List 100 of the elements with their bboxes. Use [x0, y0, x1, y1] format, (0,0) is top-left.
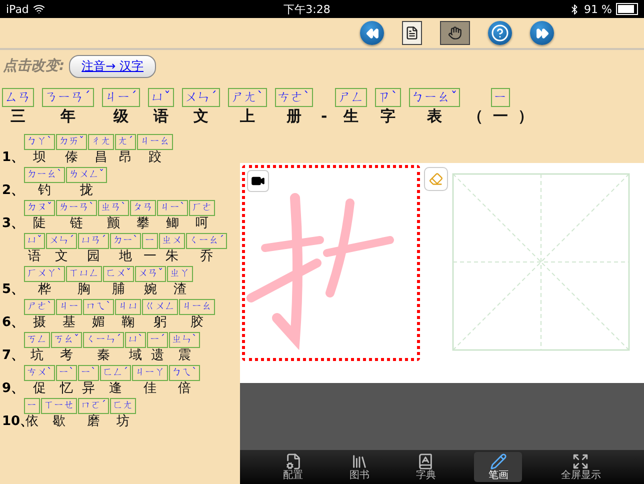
zhuyin-box[interactable]: ㄧˋ: [56, 365, 77, 381]
zhuyin-box[interactable]: ㄓㄚ: [167, 266, 193, 282]
zhuyin-box[interactable]: ㄔㄤ: [88, 134, 114, 150]
hanzi-text: 跤: [148, 150, 162, 166]
mode-label: 点击改变:: [3, 57, 65, 75]
zhuyin-box[interactable]: ㄤˊ: [115, 134, 136, 150]
lesson-number: 9、: [2, 380, 24, 397]
zhuyin-box[interactable]: ㄩㄢˊ: [78, 233, 109, 249]
book-icon: [417, 453, 434, 470]
hanzi-text: 考: [60, 348, 73, 364]
expand-icon: [572, 453, 590, 470]
hanzi-text: 胶: [190, 315, 204, 331]
hanzi-text: 坑: [30, 348, 44, 364]
zhuyin-box[interactable]: ㄅㄟˋ: [169, 365, 200, 381]
zhuyin-box[interactable]: ㄧˋ: [78, 365, 99, 381]
zhuyin-box[interactable]: ㄇㄟˋ: [83, 299, 114, 315]
hanzi-text: 三: [10, 107, 26, 125]
zhuyin-box[interactable]: ㄑㄧㄣˊ: [83, 332, 124, 348]
zhuyin-box[interactable]: ㄐㄩ: [115, 299, 141, 315]
zhuyin-box[interactable]: ㄆㄢ: [130, 200, 156, 216]
fast-forward-icon[interactable]: [530, 21, 554, 45]
zhuyin-box[interactable]: ㄘㄜˋ: [274, 88, 313, 107]
hanzi-text: 鲫: [166, 216, 179, 232]
hanzi-text: 域: [129, 348, 142, 364]
zhuyin-box[interactable]: ㄉㄡˇ: [24, 200, 55, 216]
hanzi-text: （: [468, 107, 484, 125]
hanzi-text: 级: [113, 107, 128, 125]
zhuyin-box[interactable]: ㄨㄣˊ: [182, 88, 220, 107]
hanzi-text: 震: [178, 348, 191, 364]
tab-bar-item[interactable]: 图书: [342, 452, 378, 482]
zhuyin-box[interactable]: ㄕㄥ: [335, 88, 368, 107]
zhuyin-box[interactable]: ㄉㄞˇ: [56, 134, 87, 150]
zhuyin-box[interactable]: ㄩˇ: [24, 233, 45, 249]
tab-bar-item[interactable]: 字典: [408, 452, 444, 482]
zhuyin-box[interactable]: ㄈㄨˇ: [103, 266, 134, 282]
zhuyin-box[interactable]: ㄏㄨㄚˋ: [24, 266, 65, 282]
battery-percent: 91 %: [584, 2, 612, 16]
zhuyin-box[interactable]: ㄘㄨˋ: [24, 365, 55, 381]
rewind-icon[interactable]: [360, 21, 384, 45]
hanzi-text: 坝: [33, 150, 46, 166]
zhuyin-box[interactable]: ㄋㄧㄢˊ: [42, 88, 94, 107]
hanzi-text: 一: [493, 107, 508, 125]
zhuyin-box[interactable]: ㄩˇ: [148, 88, 174, 107]
hanzi-text: 脯: [112, 282, 125, 298]
zhuyin-box[interactable]: ㄏㄜ: [189, 200, 215, 216]
tab-bar-item[interactable]: 配置: [275, 452, 312, 482]
zhuyin-box[interactable]: ㄓㄨ: [159, 233, 185, 249]
zhuyin-box[interactable]: ㄧˊ: [147, 332, 168, 348]
zhuyin-box[interactable]: ㄉㄧㄠˋ: [24, 167, 65, 183]
zhuyin-box[interactable]: ㄐㄧㄚ: [132, 365, 168, 381]
tab-bar-item[interactable]: 笔画: [474, 452, 522, 482]
help-icon[interactable]: [488, 21, 512, 45]
hanzi-text: 朱: [166, 249, 178, 265]
video-camera-icon[interactable]: [247, 170, 269, 192]
zhuyin-box[interactable]: ㄕㄤˋ: [228, 88, 266, 107]
hanzi-text: 促: [33, 381, 46, 397]
zhuyin-box[interactable]: ㄉㄧˋ: [110, 233, 141, 249]
zhuyin-box[interactable]: ㄎㄠˇ: [51, 332, 82, 348]
hanzi-text: 鞠: [122, 315, 134, 331]
zhuyin-box[interactable]: ㄗˋ: [375, 88, 401, 107]
hanzi-text: 一: [144, 249, 156, 265]
zhuyin-box[interactable]: ㄍㄨㄥ: [142, 299, 178, 315]
zhuyin-box[interactable]: ㄅㄧㄠˇ: [408, 88, 460, 107]
zhuyin-box[interactable]: ㄈㄥˊ: [100, 365, 131, 381]
zhuyin-box[interactable]: ㄐㄧˋ: [157, 200, 188, 216]
zhuyin-box[interactable]: ㄑㄧㄠˊ: [186, 233, 227, 249]
hanzi-text: 园: [87, 249, 100, 265]
zhuyin-box[interactable]: ㄧ: [491, 88, 510, 107]
zhuyin-box[interactable]: ㄈㄤ: [110, 398, 136, 414]
zhuyin-box[interactable]: ㄇㄛˊ: [78, 398, 109, 414]
hanzi-text: 摄: [33, 315, 46, 331]
zhuyin-box[interactable]: ㄩˋ: [125, 332, 146, 348]
hanzi-text: 倍: [178, 381, 191, 397]
zhuyin-box[interactable]: ㄌㄧㄢˋ: [56, 200, 97, 216]
zhuyin-box[interactable]: ㄧ: [24, 398, 40, 414]
zhuyin-box[interactable]: ㄐㄧˊ: [102, 88, 140, 107]
zhuyin-box[interactable]: ㄓㄣˋ: [169, 332, 200, 348]
zhuyin-box[interactable]: ㄐㄧㄠ: [179, 299, 215, 315]
zhuyin-box[interactable]: ㄨㄢˇ: [135, 266, 166, 282]
zhuyin-box[interactable]: ㄒㄧㄝ: [41, 398, 77, 414]
hanzi-text: 逢: [109, 381, 122, 397]
zhuyin-box[interactable]: ㄕㄜˋ: [24, 299, 55, 315]
hanzi-text: 渣: [174, 282, 186, 298]
toggle-mode-button[interactable]: 注音→ 汉字: [68, 54, 156, 78]
zhuyin-box[interactable]: ㄒㄩㄥ: [66, 266, 102, 282]
zhuyin-box[interactable]: ㄐㄧ: [56, 299, 82, 315]
tab-bar-item[interactable]: 全屏显示: [552, 452, 609, 482]
zhuyin-box[interactable]: ㄌㄨㄥˇ: [66, 167, 107, 183]
hanzi-text: 钓: [38, 183, 51, 199]
zhuyin-box[interactable]: ㄓㄢˋ: [98, 200, 129, 216]
zhuyin-box[interactable]: ㄐㄧㄠ: [137, 134, 173, 150]
hanzi-text: 媚: [92, 315, 105, 331]
zhuyin-box[interactable]: ㄅㄚˋ: [24, 134, 55, 150]
zhuyin-box[interactable]: ㄨㄣˊ: [46, 233, 77, 249]
zhuyin-box[interactable]: ㄙㄢ: [2, 88, 34, 107]
document-list-icon[interactable]: [402, 21, 422, 45]
hanzi-text: 桦: [38, 282, 51, 298]
hand-pointer-icon[interactable]: [440, 21, 470, 45]
zhuyin-box[interactable]: ㄎㄥ: [24, 332, 50, 348]
zhuyin-box[interactable]: ㄧ: [142, 233, 158, 249]
